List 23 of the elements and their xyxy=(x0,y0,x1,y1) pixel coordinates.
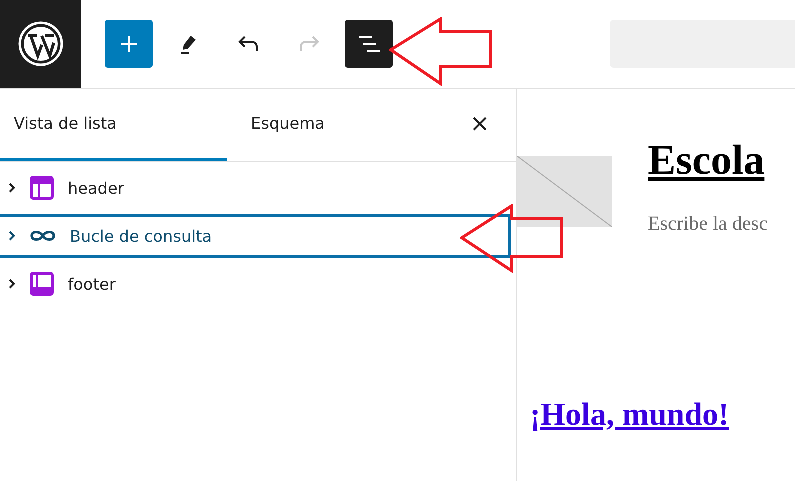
list-view-button[interactable] xyxy=(345,20,393,68)
block-label: footer xyxy=(68,274,116,294)
block-row[interactable]: header xyxy=(0,166,511,210)
post-title-link[interactable]: ¡Hola, mundo! xyxy=(530,396,795,433)
footer-block-icon xyxy=(30,272,54,296)
panel-tab[interactable]: Vista de lista xyxy=(0,89,227,161)
add-block-button[interactable] xyxy=(105,20,153,68)
list-view-icon xyxy=(356,33,382,55)
panel-tab[interactable]: Esquema xyxy=(227,89,454,161)
plus-icon xyxy=(119,34,139,54)
expand-chevron-icon[interactable] xyxy=(8,278,16,290)
site-title[interactable]: Escola xyxy=(648,137,795,185)
block-label: Bucle de consulta xyxy=(70,226,212,246)
expand-chevron-icon[interactable] xyxy=(8,230,16,242)
wordpress-logo[interactable] xyxy=(0,0,81,88)
loop-icon xyxy=(30,228,56,244)
block-label: header xyxy=(68,178,124,198)
wordpress-icon xyxy=(18,21,64,67)
site-tagline[interactable]: Escribe la desc xyxy=(648,213,795,236)
block-row[interactable]: Bucle de consulta xyxy=(0,214,511,258)
header-block-icon xyxy=(30,176,54,200)
block-row[interactable]: footer xyxy=(0,262,511,306)
expand-chevron-icon[interactable] xyxy=(8,182,16,194)
